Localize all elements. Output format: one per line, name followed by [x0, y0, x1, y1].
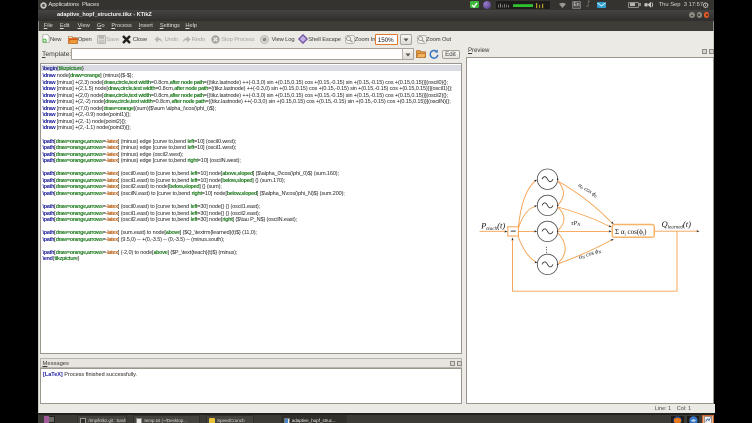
svg-text:αN cos ϕN: αN cos ϕN [578, 248, 602, 261]
svg-text:τPN: τPN [571, 220, 581, 227]
svg-text:Qlearned(t): Qlearned(t) [662, 219, 692, 230]
svg-text:Pteach(t): Pteach(t) [480, 220, 505, 231]
svg-text:Σ αi cos(ϕi): Σ αi cos(ϕi) [615, 228, 647, 236]
svg-text:α0 cos ϕ0: α0 cos ϕ0 [577, 182, 599, 199]
